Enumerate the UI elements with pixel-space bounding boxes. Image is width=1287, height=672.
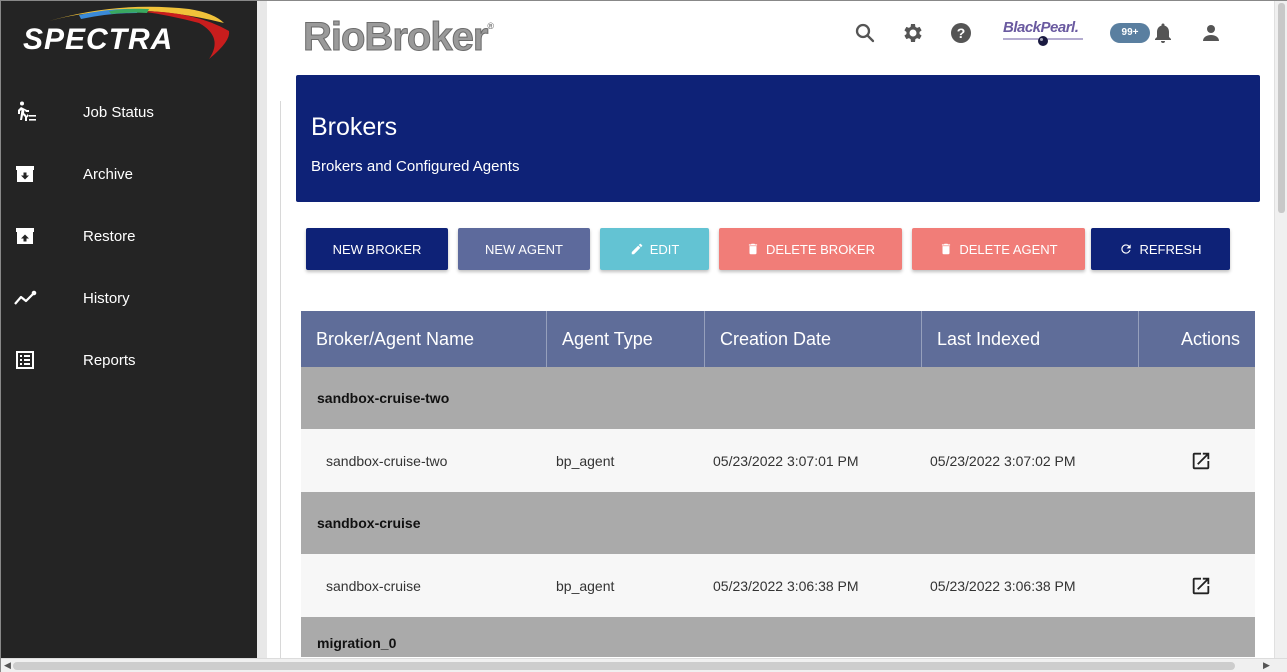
trash-icon — [748, 243, 758, 255]
actions-cell — [1190, 575, 1255, 597]
sidebar-item-reports[interactable]: Reports — [1, 329, 257, 391]
creation-date-cell: 05/23/2022 3:07:01 PM — [713, 452, 859, 469]
broker-group-row[interactable]: sandbox-cruise-two — [301, 367, 1255, 429]
gear-icon[interactable] — [901, 21, 925, 45]
history-icon — [1, 286, 83, 310]
open-in-new-icon[interactable] — [1190, 575, 1212, 597]
agent-name-cell: sandbox-cruise — [326, 577, 421, 594]
column-header-label: Creation Date — [720, 328, 832, 349]
delete-broker-label: DELETE BROKER — [765, 241, 876, 257]
column-header-agent-type[interactable]: Agent Type — [547, 311, 705, 367]
brand-name: RioBroker — [302, 15, 488, 60]
refresh-icon — [1121, 244, 1132, 254]
broker-name: sandbox-cruise-two — [317, 390, 450, 406]
blackpearl-logo-text: BlackPearl. — [1003, 19, 1079, 36]
content-divider — [280, 101, 281, 658]
search-icon[interactable] — [853, 21, 877, 45]
sidebar-item-job-status[interactable]: Job Status — [1, 81, 257, 143]
actions-cell — [1190, 450, 1255, 472]
blackpearl-pearl-icon — [1003, 36, 1083, 46]
brand-registered-mark: ® — [487, 21, 494, 31]
refresh-button[interactable]: REFRESH — [1091, 228, 1230, 270]
open-in-new-icon[interactable] — [1190, 450, 1212, 472]
column-header-label: Actions — [1180, 328, 1240, 349]
delete-broker-button[interactable]: DELETE BROKER — [719, 228, 902, 270]
pencil-icon — [631, 243, 642, 255]
new-agent-label: NEW AGENT — [484, 241, 563, 257]
last-indexed-cell: 05/23/2022 3:07:02 PM — [930, 452, 1076, 469]
new-broker-button[interactable]: NEW BROKER — [306, 228, 448, 270]
help-icon[interactable]: ? — [949, 21, 973, 45]
creation-date-cell: 05/23/2022 3:06:38 PM — [713, 577, 859, 594]
column-header-creation-date[interactable]: Creation Date — [705, 311, 922, 367]
agent-name-cell: sandbox-cruise-two — [326, 452, 448, 469]
broker-group-row[interactable]: migration_0 — [301, 617, 1255, 657]
user-account-icon[interactable] — [1199, 21, 1223, 45]
sidebar-item-label: Archive — [83, 165, 134, 183]
sidebar-item-label: History — [83, 289, 130, 307]
sidebar-gutter — [257, 1, 267, 658]
table-header: Broker/Agent Name Agent Type Creation Da… — [301, 311, 1255, 367]
edit-button[interactable]: EDIT — [600, 228, 709, 270]
table-row[interactable]: sandbox-cruise bp_agent 05/23/2022 3:06:… — [301, 554, 1255, 617]
vertical-scrollbar-thumb[interactable] — [1278, 3, 1285, 213]
bell-icon[interactable] — [1151, 21, 1175, 45]
spectra-logo-text: SPECTRA — [23, 23, 174, 56]
refresh-label: REFRESH — [1139, 241, 1202, 257]
broker-group-row[interactable]: sandbox-cruise — [301, 492, 1255, 554]
vertical-scrollbar[interactable] — [1274, 1, 1287, 658]
trash-icon — [942, 243, 951, 255]
new-agent-button[interactable]: NEW AGENT — [458, 228, 590, 270]
spectra-logo[interactable]: SPECTRA — [19, 5, 234, 65]
top-bar: RioBroker® ? BlackPearl. 99+ — [267, 1, 1274, 73]
agent-type-cell: bp_agent — [556, 577, 615, 594]
sidebar-item-history[interactable]: History — [1, 267, 257, 329]
sidebar-nav: Job Status Archive Restore History Repor… — [1, 81, 257, 391]
reports-icon — [1, 348, 83, 372]
sidebar: SPECTRA Job Status Archive Restore Histo… — [1, 1, 257, 658]
restore-icon — [1, 224, 83, 248]
riobroker-logo[interactable]: RioBroker® — [302, 15, 494, 60]
table-row[interactable]: sandbox-cruise-two bp_agent 05/23/2022 3… — [301, 429, 1255, 492]
edit-label: EDIT — [649, 241, 680, 257]
blackpearl-logo[interactable]: BlackPearl. — [1003, 19, 1087, 49]
broker-name: sandbox-cruise — [317, 515, 421, 531]
page-subtitle: Brokers and Configured Agents — [311, 158, 520, 175]
sidebar-item-label: Restore — [83, 227, 136, 245]
column-header-last-indexed[interactable]: Last Indexed — [922, 311, 1139, 367]
svg-text:?: ? — [957, 25, 966, 41]
job-status-icon — [1, 100, 83, 124]
column-header-actions: Actions — [1139, 311, 1255, 367]
column-header-label: Last Indexed — [937, 328, 1041, 349]
sidebar-item-label: Reports — [83, 351, 136, 369]
sidebar-item-label: Job Status — [83, 103, 154, 121]
notification-count-badge: 99+ — [1110, 23, 1150, 43]
page-title: Brokers — [311, 113, 398, 141]
horizontal-scrollbar-thumb[interactable] — [13, 662, 1235, 670]
broker-name: migration_0 — [317, 635, 397, 651]
horizontal-scrollbar[interactable]: ◀ ▶ — [1, 658, 1287, 672]
brokers-table: Broker/Agent Name Agent Type Creation Da… — [301, 311, 1255, 657]
scroll-right-arrow-icon[interactable]: ▶ — [1263, 660, 1270, 671]
delete-agent-label: DELETE AGENT — [959, 241, 1058, 257]
page-header-card: Brokers Brokers and Configured Agents — [296, 75, 1260, 202]
sidebar-item-restore[interactable]: Restore — [1, 205, 257, 267]
delete-agent-button[interactable]: DELETE AGENT — [912, 228, 1085, 270]
archive-icon — [1, 162, 83, 186]
column-header-name[interactable]: Broker/Agent Name — [301, 311, 547, 367]
new-broker-label: NEW BROKER — [332, 241, 422, 257]
sidebar-item-archive[interactable]: Archive — [1, 143, 257, 205]
column-header-label: Agent Type — [562, 328, 653, 349]
agent-type-cell: bp_agent — [556, 452, 615, 469]
last-indexed-cell: 05/23/2022 3:06:38 PM — [930, 577, 1076, 594]
scroll-left-arrow-icon[interactable]: ◀ — [4, 660, 11, 671]
column-header-label: Broker/Agent Name — [316, 328, 475, 349]
